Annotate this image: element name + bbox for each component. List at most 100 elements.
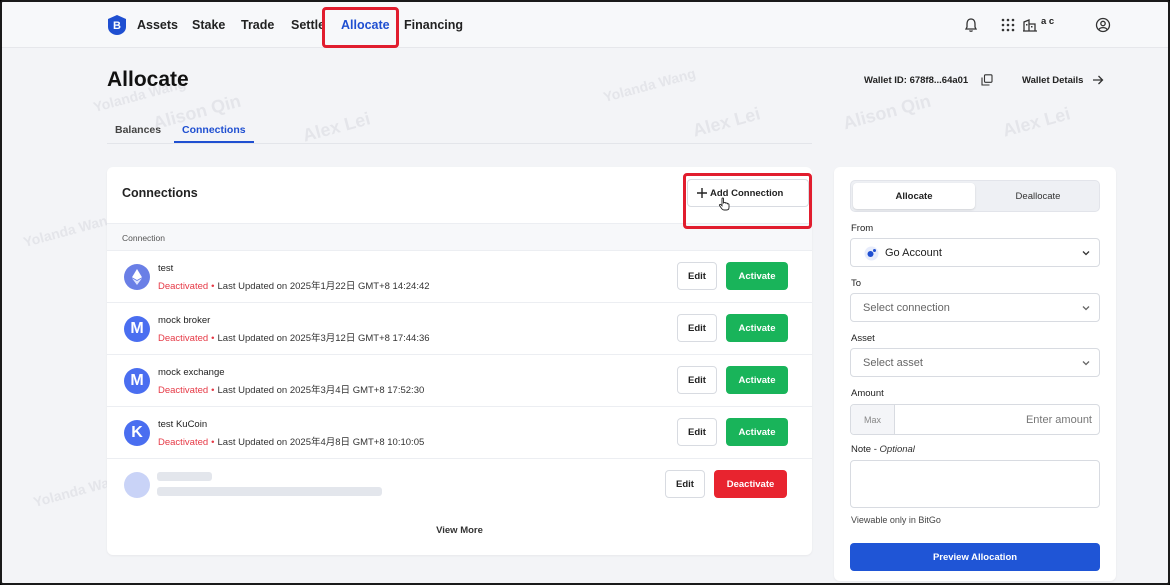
segment-allocate[interactable]: Allocate (853, 183, 975, 209)
hand-cursor-icon (718, 197, 730, 211)
status-deactivated: Deactivated (158, 437, 209, 448)
nav-trade[interactable]: Trade (241, 18, 274, 32)
activate-button[interactable]: Activate (726, 418, 788, 446)
tab-connections[interactable]: Connections (182, 124, 246, 136)
preview-allocation-button[interactable]: Preview Allocation (850, 543, 1100, 571)
nav-settle[interactable]: Settle (291, 18, 325, 32)
tab-divider (107, 143, 812, 144)
segment-deallocate[interactable]: Deallocate (977, 183, 1099, 209)
connection-avatar: M (124, 316, 150, 342)
to-placeholder: Select connection (863, 302, 950, 314)
asset-select[interactable]: Select asset (850, 348, 1100, 377)
add-connection-button[interactable]: Add Connection (687, 179, 809, 207)
nav-financing[interactable]: Financing (404, 18, 463, 32)
wallet-details-link[interactable]: Wallet Details (1022, 75, 1083, 86)
deactivate-button[interactable]: Deactivate (714, 470, 787, 498)
connection-status: Deactivated • Last Updated on 2025年4月8日 GM… (158, 434, 424, 448)
connection-status: Deactivated • Last Updated on 2025年3月4日 GM… (158, 382, 424, 396)
app-grid-icon[interactable] (1000, 17, 1016, 33)
from-label: From (851, 223, 874, 234)
to-select[interactable]: Select connection (850, 293, 1100, 322)
asset-label: Asset (851, 333, 875, 344)
redacted-avatar (124, 472, 150, 498)
activate-button[interactable]: Activate (726, 262, 788, 290)
note-textarea[interactable] (850, 460, 1100, 508)
app-window: Yolanda Wang Alison Qin Alex Lei Alex Le… (0, 0, 1170, 585)
connection-name: mock exchange (158, 367, 225, 378)
connection-name: test (158, 263, 174, 274)
connections-card: Connections Add Connection Connection te… (107, 167, 812, 555)
column-header-connection: Connection (122, 233, 166, 243)
table-row: K test KuCoin Deactivated • Last Updated o… (107, 408, 812, 459)
table-row: M mock broker Deactivated • Last Updated o… (107, 304, 812, 355)
activate-button[interactable]: Activate (726, 314, 788, 342)
separator-dot: • (211, 437, 215, 448)
edit-button[interactable]: Edit (665, 470, 705, 498)
activate-button[interactable]: Activate (726, 366, 788, 394)
watermark-text: Alison Qin (840, 90, 933, 134)
amount-label: Amount (851, 388, 884, 399)
separator-dot: • (211, 333, 215, 344)
edit-button[interactable]: Edit (677, 262, 717, 290)
nav-stake[interactable]: Stake (192, 18, 225, 32)
bell-icon[interactable] (963, 17, 979, 33)
chevron-down-icon (1082, 306, 1090, 311)
watermark-text: Alex Lei (1000, 103, 1073, 141)
allocate-toggle: Allocate Deallocate (850, 180, 1100, 212)
watermark-text: Yolanda Wang (21, 209, 118, 251)
note-optional: Optional (879, 444, 915, 455)
arrow-right-icon[interactable] (1092, 74, 1104, 86)
table-row: test Deactivated • Last Updated on 2025年1月… (107, 252, 812, 303)
tab-balances[interactable]: Balances (115, 124, 161, 136)
svg-text:B: B (113, 20, 121, 32)
watermark-text: Alex Lei (300, 108, 373, 146)
amount-input[interactable] (896, 405, 1098, 434)
table-row: M mock exchange Deactivated • Last Updated… (107, 356, 812, 407)
edit-button[interactable]: Edit (677, 314, 717, 342)
redacted-details (157, 487, 382, 496)
plus-icon (697, 188, 707, 198)
status-deactivated: Deactivated (158, 333, 209, 344)
connection-status: Deactivated • Last Updated on 2025年1月22日 G… (158, 278, 430, 292)
viewable-hint: Viewable only in BitGo (851, 515, 941, 525)
org-name[interactable]: a c (1041, 16, 1054, 27)
view-more-link[interactable]: View More (107, 525, 812, 536)
ethereum-glyph (132, 269, 142, 285)
edit-button[interactable]: Edit (677, 418, 717, 446)
connection-status: Deactivated • Last Updated on 2025年3月12日 G… (158, 330, 430, 344)
connection-name: mock broker (158, 315, 211, 326)
separator-dot: • (211, 385, 215, 396)
last-updated: Last Updated on 2025年3月12日 GMT+8 17:44:3… (217, 333, 430, 344)
status-deactivated: Deactivated (158, 281, 209, 292)
tab-active-indicator (174, 141, 254, 143)
redacted-name (157, 472, 212, 481)
nav-assets[interactable]: Assets (137, 18, 178, 32)
edit-button[interactable]: Edit (677, 366, 717, 394)
connection-name: test KuCoin (158, 419, 208, 430)
from-select[interactable]: Go Account (850, 238, 1100, 267)
user-profile-icon[interactable] (1095, 17, 1111, 33)
go-account-icon (864, 246, 879, 261)
from-value: Go Account (885, 247, 942, 259)
allocate-panel: Allocate Deallocate From Go Account To S… (834, 167, 1116, 581)
table-row-redacted: Edit Deactivate (107, 460, 812, 511)
amount-field: Max (850, 404, 1100, 435)
separator-dot: • (211, 281, 215, 292)
wallet-id: Wallet ID: 678f8...64a01 (864, 75, 969, 86)
status-deactivated: Deactivated (158, 385, 209, 396)
to-label: To (851, 278, 862, 289)
building-icon[interactable] (1022, 17, 1038, 33)
nav-allocate[interactable]: Allocate (341, 18, 390, 32)
connection-avatar: M (124, 368, 150, 394)
page-title: Allocate (107, 68, 189, 91)
connections-title: Connections (122, 186, 198, 200)
watermark-text: Alex Lei (690, 103, 763, 141)
last-updated: Last Updated on 2025年3月4日 GMT+8 17:52:30 (217, 385, 425, 396)
top-nav: B Assets Stake Trade Settle Allocate Fin… (2, 2, 1168, 48)
copy-icon[interactable] (981, 74, 993, 86)
last-updated: Last Updated on 2025年4月8日 GMT+8 10:10:05 (217, 437, 425, 448)
bitgo-logo-icon[interactable]: B (107, 14, 127, 36)
table-header: Connection (107, 223, 812, 251)
asset-placeholder: Select asset (863, 357, 923, 369)
max-button[interactable]: Max (851, 405, 895, 434)
